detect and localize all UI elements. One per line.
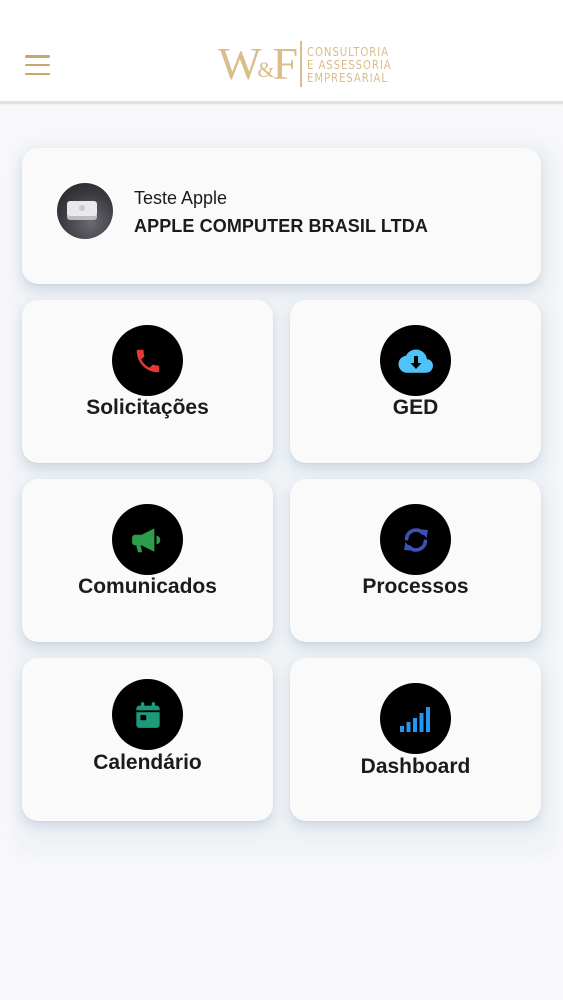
megaphone-icon (131, 527, 160, 552)
menu-button[interactable] (22, 52, 54, 78)
logo-mark: W & F (218, 38, 298, 89)
tile-processos[interactable]: Processos (290, 479, 541, 642)
tile-label: GED (392, 396, 439, 419)
tile-dashboard[interactable]: Dashboard (290, 658, 541, 821)
company-logo: W & F CONSULTORIA E ASSESSORIA EMPRESARIAL (218, 38, 410, 90)
app-header: W & F CONSULTORIA E ASSESSORIA EMPRESARIAL (0, 0, 563, 104)
logo-text: CONSULTORIA E ASSESSORIA EMPRESARIAL (307, 43, 392, 85)
logo-divider (300, 41, 303, 87)
calendar-icon (135, 701, 160, 728)
phone-icon (136, 349, 159, 372)
cloud-download-icon-circle (380, 325, 451, 396)
tile-label: Calendário (93, 751, 202, 774)
tile-label: Dashboard (360, 755, 471, 778)
signal-bars-icon-circle (380, 683, 451, 754)
tile-comunicados[interactable]: Comunicados (22, 479, 273, 642)
tile-calendario[interactable]: Calendário (22, 658, 273, 821)
avatar (57, 183, 113, 239)
profile-card[interactable]: Teste Apple APPLE COMPUTER BRASIL LTDA (22, 148, 541, 284)
sync-icon (403, 527, 428, 552)
tile-label: Processos (362, 575, 469, 598)
tile-label: Solicitações (86, 396, 209, 419)
cloud-download-icon (398, 349, 433, 373)
tile-solicitacoes[interactable]: Solicitações (22, 300, 273, 463)
tile-ged[interactable]: GED (290, 300, 541, 463)
calendar-icon-circle (112, 679, 183, 750)
tile-label: Comunicados (78, 575, 217, 598)
profile-name: Teste Apple (134, 188, 228, 208)
sync-icon-circle (380, 504, 451, 575)
megaphone-icon-circle (112, 504, 183, 575)
profile-company: APPLE COMPUTER BRASIL LTDA (134, 216, 428, 236)
signal-bars-icon (399, 706, 430, 732)
hamburger-menu-icon (25, 55, 50, 58)
phone-icon-circle (112, 325, 183, 396)
